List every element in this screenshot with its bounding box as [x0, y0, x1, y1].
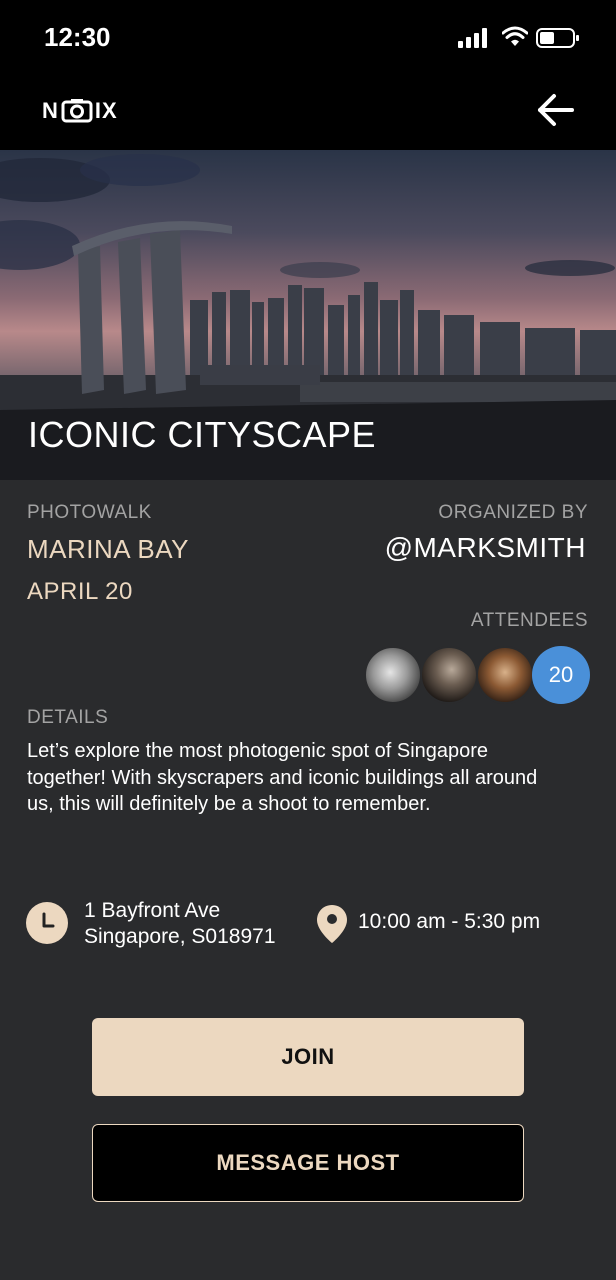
event-date: APRIL 20 [27, 578, 133, 605]
logo-text-left: N [42, 98, 59, 123]
details-label: DETAILS [27, 707, 109, 728]
organizer-handle[interactable]: @MARKSMITH [385, 532, 586, 564]
nav-bar: N IX [0, 80, 616, 150]
signal-icon [458, 28, 487, 48]
logo-text-right: IX [94, 98, 118, 123]
avatar[interactable] [364, 646, 422, 704]
avatar[interactable] [476, 646, 534, 704]
address-line-1: 1 Bayfront Ave [84, 899, 221, 922]
clock-icon [26, 902, 68, 944]
camera-icon [61, 99, 93, 123]
event-hours: 10:00 am - 5:30 pm [358, 910, 541, 933]
attendees-label: ATTENDEES [470, 610, 588, 631]
status-icons [450, 26, 580, 50]
message-host-button[interactable]: MESSAGE HOST [92, 1124, 524, 1202]
location-pin-icon [317, 905, 347, 943]
event-location-name: MARINA BAY [27, 534, 190, 564]
attendees-list[interactable]: 20 [364, 646, 590, 704]
avatar[interactable] [420, 646, 478, 704]
wifi-icon [502, 26, 528, 46]
hero-image: ICONIC CITYSCAPE [0, 150, 616, 480]
status-time: 12:30 [44, 22, 111, 52]
address-line-2: Singapore, S018971 [84, 925, 276, 948]
event-details: Let’s explore the most photogenic spot o… [27, 740, 538, 815]
event-title: ICONIC CITYSCAPE [28, 414, 377, 455]
event-category: PHOTOWALK [27, 502, 152, 523]
back-arrow-icon[interactable] [536, 90, 576, 130]
organized-by-label: ORGANIZED BY [438, 502, 588, 523]
battery-icon [536, 28, 579, 48]
event-address[interactable]: 1 Bayfront Ave Singapore, S018971 [84, 898, 276, 950]
app-logo[interactable]: N IX [42, 96, 118, 126]
attendee-count-badge[interactable]: 20 [532, 646, 590, 704]
join-button[interactable]: JOIN [92, 1018, 524, 1096]
status-bar: 12:30 [0, 0, 616, 80]
event-info-row: 1 Bayfront Ave Singapore, S018971 10:00 … [0, 894, 616, 954]
